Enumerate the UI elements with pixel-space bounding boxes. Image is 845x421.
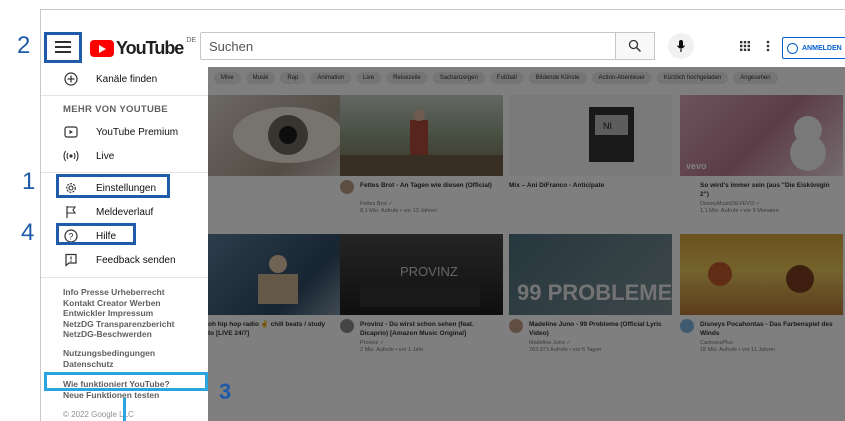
live-broadcast-icon (62, 147, 80, 165)
footer-link-line[interactable]: Entwickler Impressum (63, 308, 174, 319)
apps-grid-icon (740, 41, 750, 51)
search-input[interactable]: Suchen (200, 32, 616, 60)
annotation-box-menu (44, 32, 82, 63)
more-vertical-icon (766, 40, 770, 52)
frame-top-line (40, 9, 845, 10)
footer-links-secondary[interactable]: Nutzungsbedingungen Datenschutz (63, 348, 155, 369)
microphone-icon (677, 40, 685, 52)
live-item[interactable]: Live (41, 144, 208, 168)
divider (41, 277, 208, 278)
privacy-link[interactable]: Datenschutz (63, 359, 155, 370)
section-title-more: MEHR VON YOUTUBE (63, 104, 168, 115)
annotation-pointer-line (123, 398, 126, 421)
footer-link-line[interactable]: NetzDG Transparenzbericht (63, 319, 174, 330)
feedback-icon (62, 251, 80, 269)
voice-search-button[interactable] (668, 33, 694, 59)
footer-links-primary[interactable]: Info Presse Urheberrecht Kontakt Creator… (63, 287, 174, 340)
signin-button[interactable]: ANMELDEN (782, 37, 845, 59)
report-history-item[interactable]: Meldeverlauf (41, 200, 208, 224)
test-features-link[interactable]: Neue Funktionen testen (63, 390, 170, 401)
apps-button[interactable] (738, 39, 752, 53)
annotation-number-4: 4 (21, 219, 35, 246)
drawer-scrim[interactable] (208, 67, 845, 421)
settings-more-button[interactable] (764, 39, 772, 53)
report-history-label: Meldeverlauf (96, 206, 154, 218)
feedback-label: Feedback senden (96, 254, 176, 266)
flag-icon (62, 203, 80, 221)
search-button[interactable] (615, 32, 655, 60)
footer-link-line[interactable]: Info Presse Urheberrecht (63, 287, 174, 298)
logo-text: YouTube (116, 38, 184, 58)
divider (41, 95, 208, 96)
premium-play-icon (62, 123, 80, 141)
youtube-play-icon (90, 40, 114, 57)
find-channels-label: Kanäle finden (96, 73, 158, 85)
annotation-number-1: 1 (22, 168, 36, 195)
signin-label: ANMELDEN (802, 44, 842, 52)
annotation-box-help (56, 223, 136, 245)
country-code: DE (186, 37, 197, 44)
user-circle-icon (787, 42, 798, 54)
live-label: Live (96, 150, 115, 162)
feedback-item[interactable]: Feedback senden (41, 248, 208, 272)
annotation-number-2: 2 (17, 32, 31, 59)
search-placeholder: Suchen (209, 38, 254, 54)
annotation-box-how-works (44, 372, 208, 391)
terms-link[interactable]: Nutzungsbedingungen (63, 348, 155, 359)
divider (41, 172, 208, 173)
annotation-box-settings (56, 174, 170, 198)
premium-label: YouTube Premium (96, 126, 179, 138)
find-channels-item[interactable]: Kanäle finden (41, 67, 208, 91)
annotation-number-3: 3 (219, 379, 232, 404)
premium-item[interactable]: YouTube Premium (41, 120, 208, 144)
footer-link-line[interactable]: NetzDG-Beschwerden (63, 329, 174, 340)
plus-circle-icon (62, 70, 80, 88)
youtube-logo[interactable]: YouTube DE (90, 37, 197, 59)
search-icon (628, 39, 642, 53)
footer-link-line[interactable]: Kontakt Creator Werben (63, 298, 174, 309)
